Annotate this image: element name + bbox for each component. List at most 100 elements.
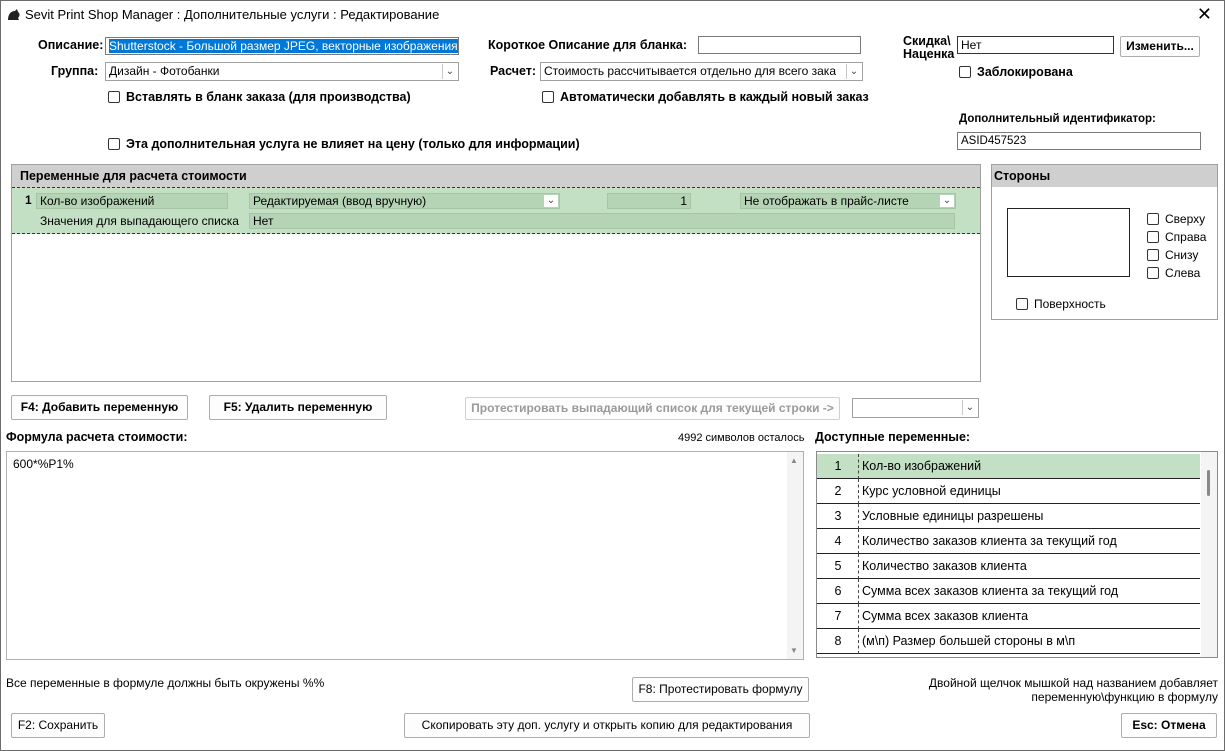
variable-name-cell[interactable]: Кол-во изображений bbox=[36, 193, 228, 209]
formula-scrollbar[interactable]: ▲ ▼ bbox=[787, 452, 803, 659]
insert-blank-checkbox[interactable]: Вставлять в бланк заказа (для производст… bbox=[108, 90, 411, 104]
side-right-checkbox[interactable]: Справа bbox=[1147, 230, 1206, 244]
checkbox-box[interactable] bbox=[1147, 267, 1159, 279]
description-value: Shutterstock - Большой размер JPEG, вект… bbox=[109, 39, 458, 53]
list-item-num: 1 bbox=[834, 459, 842, 473]
list-item-num: 7 bbox=[834, 609, 842, 623]
variable-row[interactable]: 1 Кол-во изображений Редактируемая (ввод… bbox=[12, 187, 980, 234]
formula-note: Все переменные в формуле должны быть окр… bbox=[6, 676, 325, 690]
group-value: Дизайн - Фотобанки bbox=[109, 64, 220, 78]
available-hint-line2: переменную\функцию в формулу bbox=[1031, 690, 1218, 704]
column-divider bbox=[858, 504, 859, 529]
formula-editor[interactable]: 600*%P1% ▲ ▼ bbox=[6, 451, 804, 660]
checkbox-box[interactable] bbox=[1147, 249, 1159, 261]
scroll-down-icon[interactable]: ▼ bbox=[790, 646, 798, 655]
list-item[interactable]: 3 Условные единицы разрешены bbox=[817, 504, 1200, 529]
side-right-label: Справа bbox=[1165, 230, 1207, 244]
chevron-down-icon[interactable]: ⌄ bbox=[846, 64, 861, 79]
side-bottom-checkbox[interactable]: Снизу bbox=[1147, 248, 1198, 262]
group-label: Группа: bbox=[51, 64, 99, 78]
dropdown-values-cell[interactable]: Нет bbox=[249, 213, 955, 229]
variable-type-select[interactable]: Редактируемая (ввод вручную) ⌄ bbox=[249, 193, 560, 209]
cancel-button[interactable]: Esc: Отмена bbox=[1121, 713, 1217, 738]
discount-field[interactable]: Нет bbox=[957, 36, 1114, 54]
window-title: Sevit Print Shop Manager : Дополнительны… bbox=[25, 7, 440, 22]
discount-label-line2: Наценка bbox=[903, 47, 955, 61]
list-item-name: Сумма всех заказов клиента за текущий го… bbox=[862, 584, 1119, 598]
checkbox-box[interactable] bbox=[959, 66, 971, 78]
list-item-num: 5 bbox=[834, 559, 842, 573]
list-item-num: 3 bbox=[834, 509, 842, 523]
checkbox-box[interactable] bbox=[1147, 213, 1159, 225]
list-item-num: 6 bbox=[834, 584, 842, 598]
checkbox-box[interactable] bbox=[1016, 298, 1028, 310]
price-display-value: Не отображать в прайс-листе bbox=[744, 194, 909, 208]
list-item-num: 4 bbox=[834, 534, 842, 548]
formula-text: 600*%P1% bbox=[13, 457, 74, 471]
title-bar: Sevit Print Shop Manager : Дополнительны… bbox=[1, 1, 1224, 29]
group-select[interactable]: Дизайн - Фотобанки ⌄ bbox=[105, 62, 459, 81]
surface-checkbox[interactable]: Поверхность bbox=[1016, 297, 1106, 311]
available-label: Доступные переменные: bbox=[815, 430, 971, 444]
chevron-down-icon[interactable]: ⌄ bbox=[442, 64, 457, 79]
list-item[interactable]: 8 (м\п) Размер большей стороны в м\п bbox=[817, 629, 1200, 654]
dialog-window: Sevit Print Shop Manager : Дополнительны… bbox=[0, 0, 1225, 751]
no-price-checkbox[interactable]: Эта дополнительная услуга не влияет на ц… bbox=[108, 137, 580, 151]
no-price-label: Эта дополнительная услуга не влияет на ц… bbox=[126, 137, 580, 151]
list-item[interactable]: 7 Сумма всех заказов клиента bbox=[817, 604, 1200, 629]
chevron-down-icon[interactable]: ⌄ bbox=[962, 400, 977, 415]
add-variable-button[interactable]: F4: Добавить переменную bbox=[11, 395, 188, 420]
chevron-down-icon[interactable]: ⌄ bbox=[939, 195, 954, 207]
discount-label: Скидка\ Наценка bbox=[903, 35, 954, 61]
scroll-up-icon[interactable]: ▲ bbox=[790, 456, 798, 465]
column-divider bbox=[858, 579, 859, 604]
variable-row-index: 1 bbox=[25, 193, 32, 207]
test-formula-button[interactable]: F8: Протестировать формулу bbox=[632, 677, 809, 702]
test-dropdown-button[interactable]: Протестировать выпадающий список для тек… bbox=[465, 397, 840, 420]
copy-service-button[interactable]: Скопировать эту доп. услугу и открыть ко… bbox=[404, 713, 810, 738]
list-item[interactable]: 6 Сумма всех заказов клиента за текущий … bbox=[817, 579, 1200, 604]
change-discount-button[interactable]: Изменить... bbox=[1120, 36, 1200, 57]
app-icon bbox=[8, 9, 20, 20]
blocked-checkbox-label: Заблокирована bbox=[977, 65, 1073, 79]
variable-value-cell[interactable]: 1 bbox=[607, 193, 691, 209]
available-variables-list[interactable]: 1 Кол-во изображений 2 Курс условной еди… bbox=[816, 451, 1218, 658]
calc-select[interactable]: Стоимость рассчитывается отдельно для вс… bbox=[540, 62, 863, 81]
list-item[interactable]: 4 Количество заказов клиента за текущий … bbox=[817, 529, 1200, 554]
short-desc-field[interactable] bbox=[698, 36, 861, 54]
description-field[interactable]: Shutterstock - Большой размер JPEG, вект… bbox=[105, 37, 459, 55]
checkbox-box[interactable] bbox=[542, 91, 554, 103]
scroll-thumb[interactable] bbox=[1207, 470, 1210, 496]
delete-variable-button[interactable]: F5: Удалить переменную bbox=[209, 395, 387, 420]
list-item[interactable]: 5 Количество заказов клиента bbox=[817, 554, 1200, 579]
test-dropdown-select[interactable]: ⌄ bbox=[852, 398, 979, 418]
list-item-num: 8 bbox=[834, 634, 842, 648]
list-item[interactable]: 2 Курс условной единицы bbox=[817, 479, 1200, 504]
blocked-checkbox[interactable]: Заблокирована bbox=[959, 65, 1073, 79]
close-icon[interactable]: ✕ bbox=[1197, 3, 1212, 25]
auto-add-label: Автоматически добавлять в каждый новый з… bbox=[560, 90, 869, 104]
column-divider bbox=[858, 629, 859, 654]
side-left-checkbox[interactable]: Слева bbox=[1147, 266, 1200, 280]
list-item-name: Количество заказов клиента за текущий го… bbox=[862, 534, 1117, 548]
chevron-down-icon[interactable]: ⌄ bbox=[543, 195, 558, 207]
available-scrollbar[interactable] bbox=[1201, 452, 1217, 657]
calc-label: Расчет: bbox=[490, 64, 537, 78]
side-bottom-label: Снизу bbox=[1165, 248, 1199, 262]
list-item[interactable]: 1 Кол-во изображений bbox=[817, 454, 1200, 479]
checkbox-box[interactable] bbox=[108, 138, 120, 150]
extra-id-field[interactable]: ASID457523 bbox=[957, 132, 1201, 150]
side-top-checkbox[interactable]: Сверху bbox=[1147, 212, 1205, 226]
list-item-name: Сумма всех заказов клиента bbox=[862, 609, 1029, 623]
save-button[interactable]: F2: Сохранить bbox=[11, 713, 105, 738]
auto-add-checkbox[interactable]: Автоматически добавлять в каждый новый з… bbox=[542, 90, 869, 104]
surface-label: Поверхность bbox=[1034, 297, 1106, 311]
calc-value: Стоимость рассчитывается отдельно для вс… bbox=[544, 64, 836, 78]
checkbox-box[interactable] bbox=[108, 91, 120, 103]
dropdown-values-label: Значения для выпадающего списка bbox=[40, 214, 239, 228]
variables-header: Переменные для расчета стоимости bbox=[12, 165, 980, 187]
price-display-select[interactable]: Не отображать в прайс-листе ⌄ bbox=[740, 193, 956, 209]
column-divider bbox=[858, 454, 859, 479]
checkbox-box[interactable] bbox=[1147, 231, 1159, 243]
variable-type-value: Редактируемая (ввод вручную) bbox=[253, 194, 427, 208]
